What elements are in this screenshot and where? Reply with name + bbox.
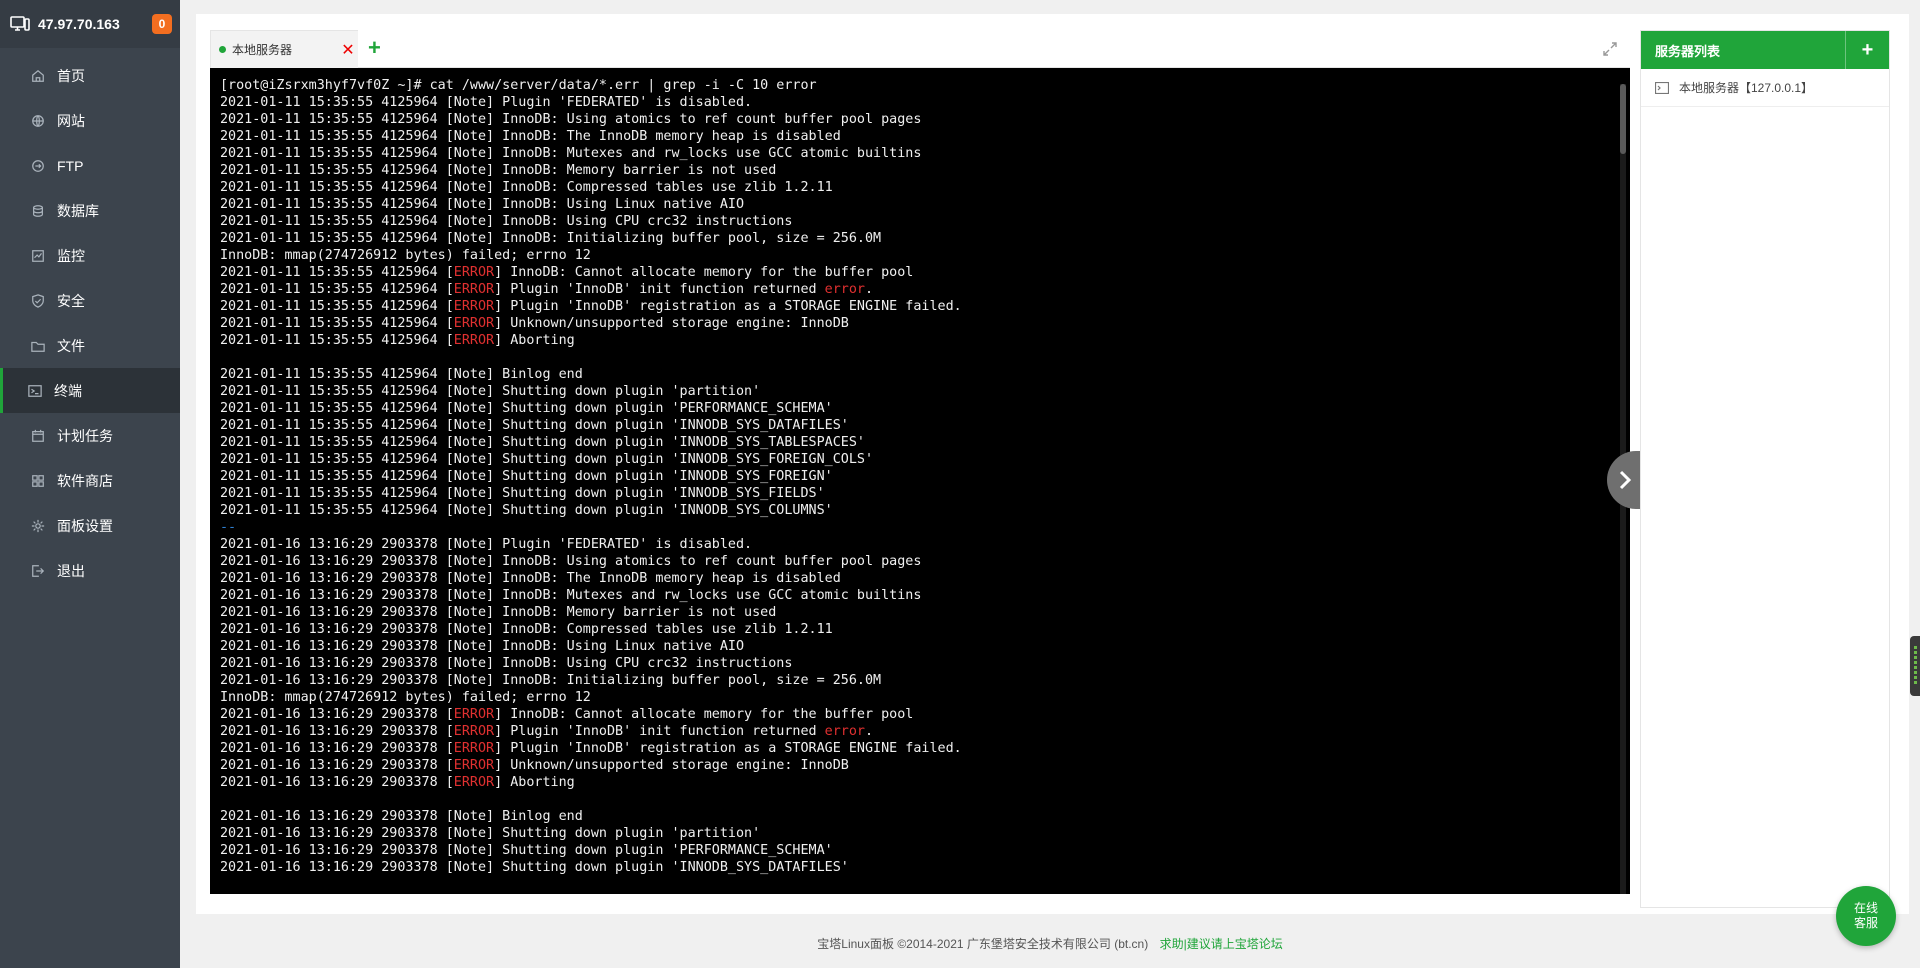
fullscreen-icon[interactable] [1602,41,1618,57]
tab-label: 本地服务器 [232,43,293,57]
sidebar-item-label: 监控 [57,247,85,264]
terminal-screen[interactable]: [root@iZsrxm3hyf7vf0Z ~]# cat /www/serve… [210,68,1630,894]
sidebar-item-10[interactable]: 面板设置 [0,503,180,548]
sidebar-item-label: 退出 [57,562,85,579]
sidebar-item-label: 数据库 [57,202,99,219]
ftp-icon [31,159,45,173]
sidebar-item-label: FTP [57,157,84,174]
online-support-button[interactable]: 在线 客服 [1836,886,1896,946]
sidebar-item-label: 面板设置 [57,517,113,534]
monitor-screen-icon [10,16,30,32]
sidebar-item-11[interactable]: 退出 [0,548,180,593]
sidebar-item-7[interactable]: 终端 [0,368,180,413]
server-list-item-label: 本地服务器【127.0.0.1】 [1679,81,1814,95]
terminal-container: 本地服务器 ✕ + [root@iZsrxm3hyf7vf0Z ~]# cat … [210,30,1630,910]
sidebar-item-6[interactable]: 文件 [0,323,180,368]
message-count-badge[interactable]: 0 [152,14,172,34]
folder-icon [31,339,45,353]
sidebar-menu: 首页网站 FTP 数据库监控安全文件终端计划任务软件商店面板设置退出 [0,53,180,593]
gear-icon [31,519,45,533]
terminal-icon [1655,81,1669,94]
monitor-icon [31,249,45,263]
add-tab-button[interactable]: + [368,36,381,60]
add-server-button[interactable]: + [1845,31,1889,69]
sidebar-item-label: 安全 [57,292,85,309]
home-icon [31,69,45,83]
sidebar-item-8[interactable]: 计划任务 [0,413,180,458]
sidebar-item-5[interactable]: 安全 [0,278,180,323]
side-edge-widget[interactable] [1910,636,1920,696]
server-list-title: 服务器列表 [1655,43,1721,59]
sidebar-item-9[interactable]: 软件商店 [0,458,180,503]
terminal-tabbar: 本地服务器 ✕ + [210,30,1630,68]
scrollbar-thumb[interactable] [1620,84,1626,154]
sidebar-item-label: 文件 [57,337,85,354]
sidebar-item-4[interactable]: 监控 [0,233,180,278]
sidebar-item-1[interactable]: 网站 [0,98,180,143]
sidebar-item-label: 首页 [57,67,85,84]
footer-forum-link[interactable]: 求助|建议请上宝塔论坛 [1160,937,1283,951]
sidebar-item-0[interactable]: 首页 [0,53,180,98]
globe-icon [31,114,45,128]
footer: 宝塔Linux面板 ©2014-2021 广东堡塔安全技术有限公司 (bt.cn… [180,935,1920,952]
sidebar-item-label: 终端 [54,382,82,399]
shield-icon [31,293,45,308]
sidebar-item-3[interactable]: 数据库 [0,188,180,233]
terminal-icon [28,384,42,398]
server-list-item[interactable]: 本地服务器【127.0.0.1】 [1641,69,1889,107]
close-tab-icon[interactable]: ✕ [338,40,358,60]
support-line2: 客服 [1853,916,1878,930]
main-panel: 本地服务器 ✕ + [root@iZsrxm3hyf7vf0Z ~]# cat … [196,14,1909,914]
server-list-header: 服务器列表 + [1641,31,1889,69]
sidebar-item-label: 计划任务 [57,427,113,444]
sidebar: 47.97.70.163 0 首页网站 FTP 数据库监控安全文件终端计划任务软件商… [0,0,180,968]
server-list-items: 本地服务器【127.0.0.1】 [1641,69,1889,107]
sidebar-header: 47.97.70.163 0 [0,0,180,48]
sidebar-item-2[interactable]: FTP [0,143,180,188]
sidebar-item-label: 网站 [57,112,85,129]
database-icon [31,204,45,218]
status-dot [219,46,226,53]
apps-icon [31,474,45,488]
sidebar-item-label: 软件商店 [57,472,113,489]
server-list-panel: 服务器列表 + 本地服务器【127.0.0.1】 [1640,30,1890,908]
calendar-icon [31,429,45,443]
server-ip: 47.97.70.163 [38,16,120,32]
terminal-output: [root@iZsrxm3hyf7vf0Z ~]# cat /www/serve… [220,78,962,875]
logout-icon [31,564,45,578]
chevron-right-icon [1619,470,1632,490]
tab-local-server[interactable]: 本地服务器 ✕ [210,30,358,68]
support-line1: 在线 [1853,901,1878,915]
footer-copyright: 宝塔Linux面板 ©2014-2021 广东堡塔安全技术有限公司 (bt.cn… [817,937,1149,951]
